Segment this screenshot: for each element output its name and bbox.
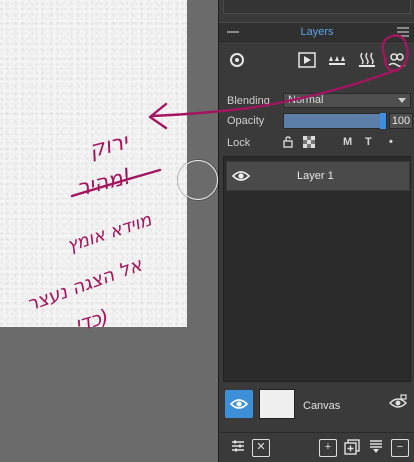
layers-list[interactable]: Layer 1 <box>223 156 411 382</box>
panel-header: Layers <box>219 22 414 42</box>
settings-icon[interactable] <box>229 439 247 457</box>
menu-icon[interactable] <box>397 27 409 37</box>
layer-row[interactable]: Layer 1 <box>226 161 410 191</box>
camera-eye-icon[interactable] <box>388 394 408 413</box>
drops-icon[interactable] <box>325 48 349 72</box>
blending-select[interactable]: Normal <box>283 93 411 108</box>
chevron-down-icon <box>398 98 406 103</box>
canvas-layer-row[interactable]: Canvas <box>223 386 411 426</box>
app-window: Layers Blending Normal Opacity 100 Lock … <box>0 0 414 462</box>
blending-row: Blending Normal <box>227 92 411 110</box>
eye-icon[interactable] <box>229 164 253 188</box>
panel-title: Layers <box>300 26 334 38</box>
opacity-slider[interactable] <box>283 113 387 129</box>
duplicate-icon[interactable] <box>343 439 361 457</box>
target-icon[interactable] <box>225 48 249 72</box>
layers-bottom-bar: ✕ + − <box>219 432 414 462</box>
opacity-value[interactable]: 100 <box>389 113 413 129</box>
canvas-layer-name: Canvas <box>303 400 341 412</box>
canvas-area[interactable] <box>0 0 218 462</box>
canvas-thumbnail <box>259 389 295 419</box>
layers-panel: Layers Blending Normal Opacity 100 Lock … <box>218 0 414 462</box>
blending-label: Blending <box>227 95 270 107</box>
blending-value: Normal <box>288 94 324 106</box>
lock-row: Lock M T • <box>227 134 411 152</box>
layer-name: Layer 1 <box>297 170 334 182</box>
remove-icon[interactable]: − <box>391 439 409 457</box>
layer-thumbnail <box>257 163 277 189</box>
brush-cursor <box>178 160 218 200</box>
checker-icon[interactable] <box>303 136 315 151</box>
paper-sheet[interactable] <box>0 0 187 327</box>
lock-t-button[interactable]: T <box>365 136 372 148</box>
opacity-row: Opacity 100 <box>227 112 413 130</box>
play-icon[interactable] <box>295 48 319 72</box>
dot-icon[interactable]: • <box>389 136 393 148</box>
merge-icon[interactable] <box>367 439 385 457</box>
opacity-label: Opacity <box>227 115 265 127</box>
steam-icon[interactable] <box>355 48 379 72</box>
lock-m-button[interactable]: M <box>343 136 352 148</box>
opacity-slider-thumb[interactable] <box>380 113 386 129</box>
panel-top-strip <box>223 0 411 14</box>
canvas-eye-button[interactable] <box>225 390 253 418</box>
lock-label: Lock <box>227 137 251 149</box>
close-icon[interactable]: ✕ <box>252 439 270 457</box>
lock-open-icon[interactable] <box>283 136 293 151</box>
add-icon[interactable]: + <box>319 439 337 457</box>
water-alga-icon[interactable] <box>385 48 409 72</box>
panel-tool-row <box>219 48 414 76</box>
